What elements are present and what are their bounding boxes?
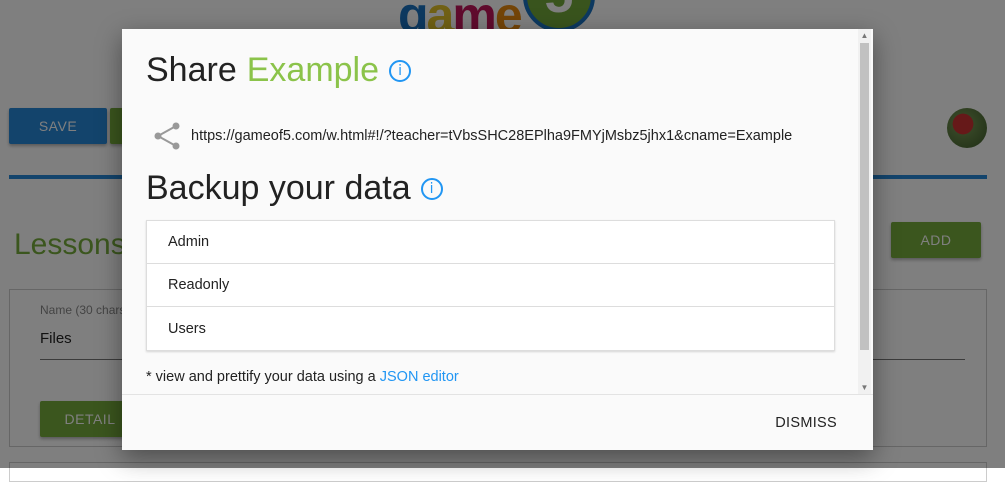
info-icon[interactable]: i [389, 59, 412, 82]
backup-title: Backup your data i [146, 169, 443, 208]
scroll-down-arrow-icon[interactable]: ▼ [858, 383, 871, 392]
scroll-up-arrow-icon[interactable]: ▲ [858, 31, 871, 40]
share-icon [154, 122, 180, 150]
backup-item-users[interactable]: Users [147, 307, 834, 350]
backup-item-readonly[interactable]: Readonly [147, 264, 834, 307]
title-prefix: Share [146, 51, 237, 89]
dismiss-button[interactable]: DISMISS [775, 415, 837, 431]
json-note: * view and prettify your data using a JS… [146, 369, 459, 385]
backup-item-admin[interactable]: Admin [147, 221, 834, 264]
title-name: Example [246, 51, 380, 89]
share-url[interactable]: https://gameof5.com/w.html#!/?teacher=tV… [191, 128, 792, 144]
share-link-row: https://gameof5.com/w.html#!/?teacher=tV… [152, 122, 792, 150]
backup-title-text: Backup your data [146, 169, 411, 207]
dialog-content: Share Example i https://gameof5.com/w.ht… [122, 29, 858, 394]
backup-list: Admin Readonly Users [146, 220, 835, 351]
info-icon[interactable]: i [420, 177, 443, 200]
scrollbar[interactable]: ▲ ▼ [858, 29, 871, 394]
note-text: * view and prettify your data using a [146, 369, 380, 385]
share-title: Share Example i [146, 51, 412, 90]
share-dialog: Share Example i https://gameof5.com/w.ht… [122, 29, 873, 450]
json-editor-link[interactable]: JSON editor [380, 369, 459, 385]
scrollbar-thumb[interactable] [860, 43, 869, 350]
dialog-footer: DISMISS [122, 394, 873, 450]
